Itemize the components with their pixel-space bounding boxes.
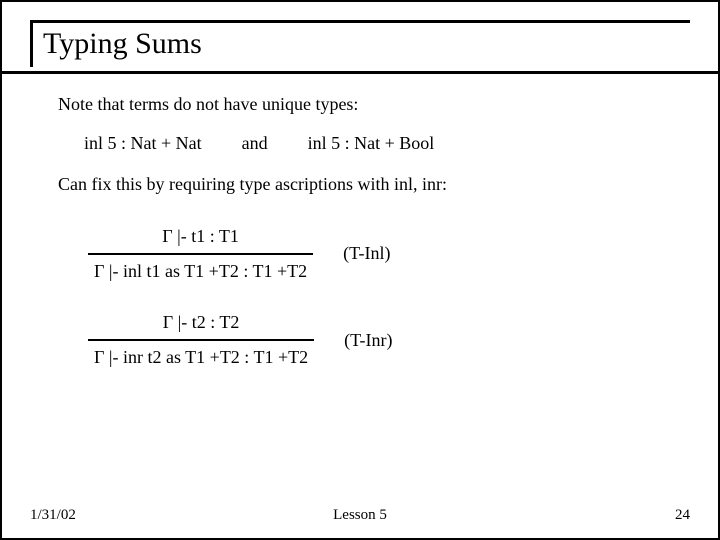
rule-premise: Γ |- t1 : T1 (88, 224, 313, 253)
rule-t-inr: Γ |- t2 : T2 Γ |- inr t2 as T1 +T2 : T1 … (88, 310, 672, 370)
inference-rule: Γ |- t1 : T1 Γ |- inl t1 as T1 +T2 : T1 … (88, 224, 313, 284)
note-text: Note that terms do not have unique types… (58, 92, 672, 117)
rule-premise: Γ |- t2 : T2 (88, 310, 314, 339)
fix-text: Can fix this by requiring type ascriptio… (58, 172, 672, 197)
examples-row: inl 5 : Nat + Nat and inl 5 : Nat + Bool (84, 131, 672, 156)
footer-lesson: Lesson 5 (2, 507, 718, 524)
rule-t-inl: Γ |- t1 : T1 Γ |- inl t1 as T1 +T2 : T1 … (88, 224, 672, 284)
rule-name-inl: (T-Inl) (343, 241, 390, 266)
slide-footer: 1/31/02 Lesson 5 24 (2, 507, 718, 524)
slide: Typing Sums Note that terms do not have … (0, 0, 720, 540)
rule-name-inr: (T-Inr) (344, 328, 392, 353)
inference-rule: Γ |- t2 : T2 Γ |- inr t2 as T1 +T2 : T1 … (88, 310, 314, 370)
rule-conclusion: Γ |- inr t2 as T1 +T2 : T1 +T2 (88, 341, 314, 370)
slide-body: Note that terms do not have unique types… (30, 74, 690, 370)
example-2: inl 5 : Nat + Bool (308, 131, 435, 156)
example-and: and (242, 131, 268, 156)
title-region: Typing Sums (30, 20, 690, 67)
slide-title: Typing Sums (43, 27, 690, 61)
rule-conclusion: Γ |- inl t1 as T1 +T2 : T1 +T2 (88, 255, 313, 284)
example-1: inl 5 : Nat + Nat (84, 131, 202, 156)
